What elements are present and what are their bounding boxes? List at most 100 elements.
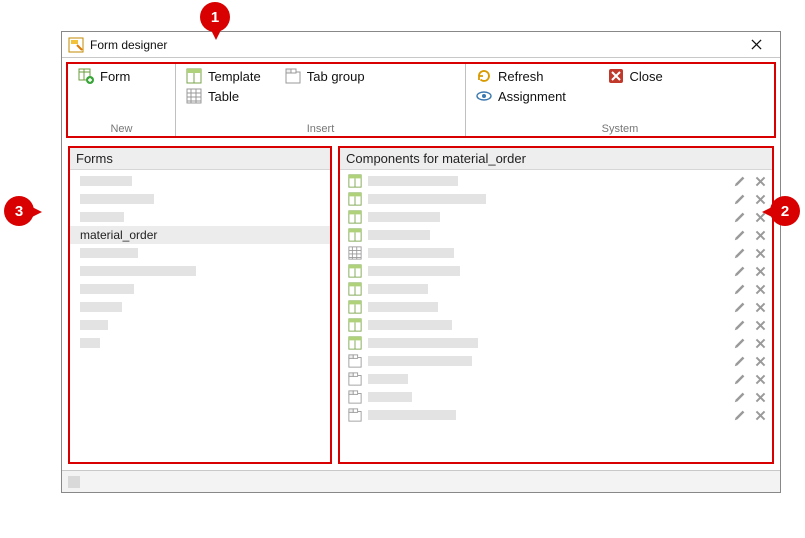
components-list-item[interactable] [340,190,772,208]
components-list-item[interactable] [340,298,772,316]
delete-icon[interactable] [752,227,768,243]
ribbon-item-form[interactable]: Form [78,68,130,84]
components-list-item[interactable] [340,352,772,370]
forms-list-item[interactable] [70,208,330,226]
delete-icon[interactable] [752,173,768,189]
placeholder-text [80,320,108,330]
delete-icon[interactable] [752,191,768,207]
ribbon-item-close[interactable]: Close [608,68,663,84]
template-icon [186,68,202,84]
delete-icon[interactable] [752,299,768,315]
ribbon-item-label: Refresh [498,69,544,84]
components-list-item[interactable] [340,406,772,424]
close-red-icon [608,68,624,84]
forms-list-item[interactable] [70,244,330,262]
edit-icon[interactable] [732,317,748,333]
edit-icon[interactable] [732,209,748,225]
placeholder-text [368,212,440,222]
delete-icon[interactable] [752,263,768,279]
form-designer-window: Form designer Form [61,31,781,493]
forms-list-item[interactable] [70,334,330,352]
tabgroup-icon [348,408,362,422]
placeholder-text [368,356,472,366]
delete-icon[interactable] [752,317,768,333]
placeholder-text [368,338,478,348]
placeholder-text [368,230,430,240]
placeholder-text [368,392,412,402]
forms-list-item[interactable] [70,280,330,298]
placeholder-text [368,194,486,204]
placeholder-text [368,284,428,294]
app-icon [68,37,84,53]
placeholder-text [368,320,452,330]
delete-icon[interactable] [752,389,768,405]
components-list-item[interactable] [340,370,772,388]
placeholder-text [368,374,408,384]
template-icon [348,228,362,242]
components-list [340,172,772,424]
eye-icon [476,88,492,104]
template-icon [348,192,362,206]
edit-icon[interactable] [732,335,748,351]
ribbon-item-refresh[interactable]: Refresh [476,68,544,84]
ribbon-item-template[interactable]: Template [186,68,261,84]
forms-list-item[interactable] [70,298,330,316]
placeholder-text [80,266,196,276]
ribbon-item-label: Assignment [498,89,566,104]
components-list-item[interactable] [340,226,772,244]
edit-icon[interactable] [732,191,748,207]
edit-icon[interactable] [732,227,748,243]
placeholder-text [368,266,460,276]
forms-panel: Forms material_order [68,146,332,464]
placeholder-text [80,284,134,294]
titlebar: Form designer [62,32,780,58]
edit-icon[interactable] [732,407,748,423]
delete-icon[interactable] [752,371,768,387]
template-icon [348,282,362,296]
placeholder-text [368,248,454,258]
components-list-item[interactable] [340,244,772,262]
components-list-item[interactable] [340,334,772,352]
delete-icon[interactable] [752,209,768,225]
refresh-icon [476,68,492,84]
delete-icon[interactable] [752,281,768,297]
edit-icon[interactable] [732,371,748,387]
forms-list-item[interactable] [70,190,330,208]
edit-icon[interactable] [732,281,748,297]
components-list-item[interactable] [340,316,772,334]
components-list-item[interactable] [340,388,772,406]
edit-icon[interactable] [732,263,748,279]
ribbon: Form New Template [66,62,776,138]
edit-icon[interactable] [732,389,748,405]
ribbon-item-tabgroup[interactable]: Tab group [285,68,365,84]
ribbon-item-table[interactable]: Table [186,88,239,104]
components-list-item[interactable] [340,262,772,280]
placeholder-text [80,194,154,204]
template-icon [348,210,362,224]
components-list-item[interactable] [340,172,772,190]
delete-icon[interactable] [752,353,768,369]
placeholder-text [80,248,138,258]
placeholder-text [80,176,132,186]
forms-list-item[interactable] [70,172,330,190]
ribbon-group-label: Insert [176,123,465,135]
components-list-item[interactable] [340,208,772,226]
delete-icon[interactable] [752,245,768,261]
delete-icon[interactable] [752,335,768,351]
edit-icon[interactable] [732,299,748,315]
forms-list-item[interactable] [70,262,330,280]
form-add-icon [78,68,94,84]
forms-list-item-material_order[interactable]: material_order [70,226,330,244]
forms-list-item[interactable] [70,316,330,334]
components-list-item[interactable] [340,280,772,298]
window-close-button[interactable] [738,33,774,57]
ribbon-item-assignment[interactable]: Assignment [476,88,566,104]
delete-icon[interactable] [752,407,768,423]
forms-list: material_order [70,172,330,352]
annotation-pin-3: 3 [4,196,44,230]
edit-icon[interactable] [732,245,748,261]
ribbon-group-label: System [466,123,774,135]
edit-icon[interactable] [732,173,748,189]
edit-icon[interactable] [732,353,748,369]
ribbon-group-system: Refresh Close [466,64,774,136]
